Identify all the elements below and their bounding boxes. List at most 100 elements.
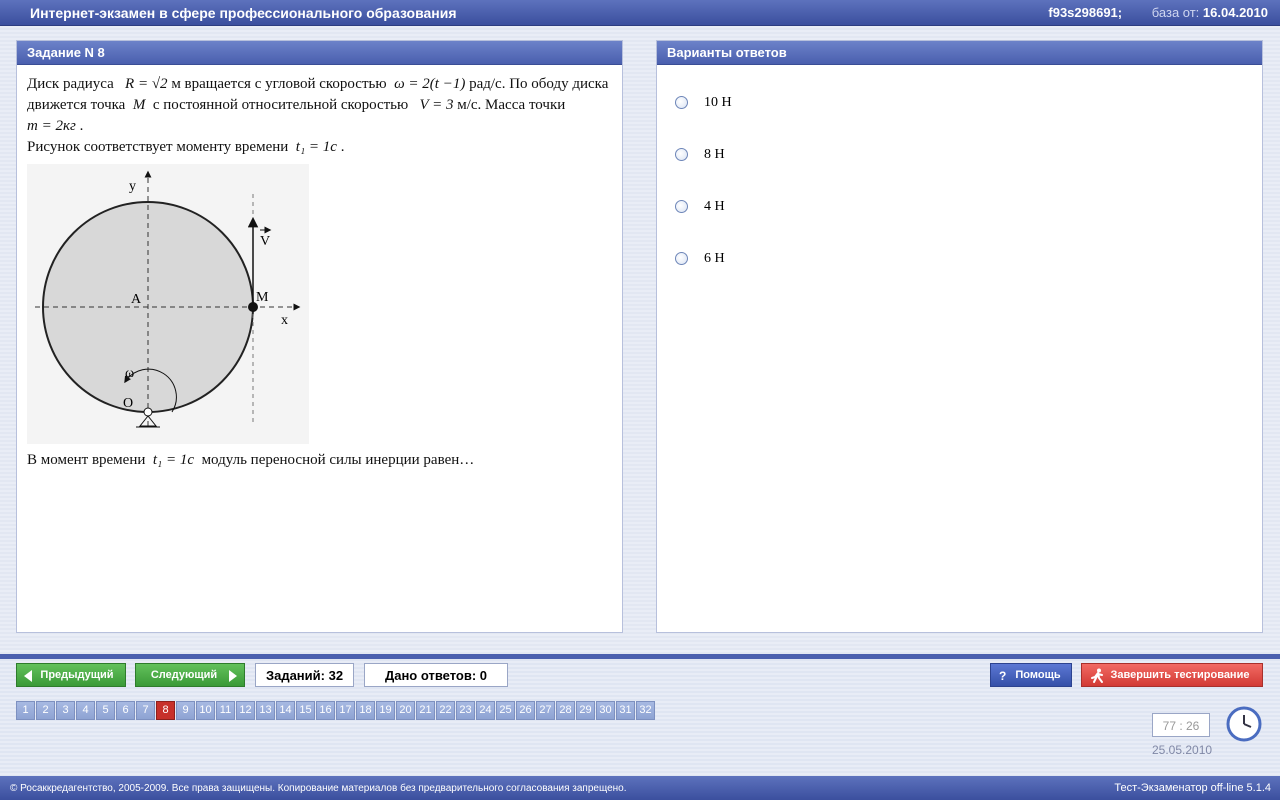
radio-button[interactable] <box>675 252 688 265</box>
task-line-3: m = 2кг . <box>27 116 612 137</box>
radio-button[interactable] <box>675 200 688 213</box>
radio-button[interactable] <box>675 96 688 109</box>
finish-label: Завершить тестирование <box>1110 669 1250 681</box>
task-number-button[interactable]: 9 <box>176 701 195 720</box>
text-fragment: В момент времени <box>27 452 146 468</box>
label-o: O <box>123 396 133 411</box>
task-number-button[interactable]: 24 <box>476 701 495 720</box>
header-meta: f93s298691; база от: 16.04.2010 <box>1048 5 1268 20</box>
task-number-button[interactable]: 20 <box>396 701 415 720</box>
answer-label: 8 Н <box>704 147 725 162</box>
task-panel: Задание N 8 Диск радиуса R = √2 м вращае… <box>16 40 623 633</box>
task-number-button[interactable]: 23 <box>456 701 475 720</box>
task-number-button[interactable]: 31 <box>616 701 635 720</box>
task-number-button[interactable]: 4 <box>76 701 95 720</box>
arrow-left-icon <box>24 670 32 682</box>
task-number-button[interactable]: 29 <box>576 701 595 720</box>
answers-given: Дано ответов: 0 <box>364 663 508 687</box>
answer-label: 10 Н <box>704 95 732 110</box>
task-number-button[interactable]: 25 <box>496 701 515 720</box>
disk-diagram: y x A M V ω O <box>35 170 301 428</box>
copyright: © Росаккредагентство, 2005-2009. Все пра… <box>10 783 627 794</box>
text-fragment: . <box>79 118 84 134</box>
task-number-button[interactable]: 15 <box>296 701 315 720</box>
text-fragment: Рисунок соответствует моменту времени <box>27 139 289 155</box>
task-number-button[interactable]: 13 <box>256 701 275 720</box>
task-title: Задание N 8 <box>17 41 622 65</box>
formula-omega: ω = 2(t −1) <box>394 76 466 92</box>
base-date: 16.04.2010 <box>1202 5 1268 20</box>
task-number-button[interactable]: 12 <box>236 701 255 720</box>
task-number-button[interactable]: 14 <box>276 701 295 720</box>
answers-panel: Варианты ответов 10 Н 8 Н 4 Н 6 Н <box>656 40 1263 633</box>
formula-time: t₁ = 1с <box>295 139 337 155</box>
prev-label: Предыдущий <box>40 669 114 681</box>
text-fragment: модуль переносной силы инерции равен… <box>201 452 475 468</box>
app-title: Интернет-экзамен в сфере профессионально… <box>30 5 457 21</box>
clock-icon <box>1226 706 1262 742</box>
formula-time: t₁ = 1с <box>152 452 195 468</box>
task-number-bar: 1 2 3 4 5 6 7 8 9 10 11 12 13 14 15 16 17 18 19 20 21 22 23 24 2… <box>16 701 656 720</box>
task-number-button[interactable]: 10 <box>196 701 215 720</box>
task-number-button[interactable]: 17 <box>336 701 355 720</box>
task-question: В момент времени t₁ = 1с модуль переносн… <box>27 450 612 471</box>
label-m: M <box>256 290 269 305</box>
task-line-4: Рисунок соответствует моменту времени t₁… <box>27 137 612 158</box>
task-line-2: движется точка M с постоянной относитель… <box>27 95 612 116</box>
version: Тест-Экзаменатор off-line 5.1.4 <box>1114 782 1271 794</box>
answers-title: Варианты ответов <box>657 41 1262 65</box>
task-number-button[interactable]: 30 <box>596 701 615 720</box>
task-number-button[interactable]: 2 <box>36 701 55 720</box>
next-button[interactable]: Следующий <box>135 663 245 687</box>
task-figure: y x A M V ω O <box>27 164 309 444</box>
prev-button[interactable]: Предыдущий <box>16 663 126 687</box>
text-fragment: . <box>340 139 345 155</box>
help-button[interactable]: ? Помощь <box>990 663 1072 687</box>
text-fragment: Диск радиуса <box>27 76 114 92</box>
formula-mass: m = 2кг <box>27 118 76 134</box>
top-bar: Интернет-экзамен в сфере профессионально… <box>0 0 1280 26</box>
task-number-button[interactable]: 18 <box>356 701 375 720</box>
date-display: 25.05.2010 <box>1152 743 1213 757</box>
help-icon: ? <box>999 669 1007 683</box>
task-number-button[interactable]: 8 <box>156 701 175 720</box>
formula-radius: R = √2 <box>125 76 168 92</box>
answer-label: 6 Н <box>704 251 725 266</box>
label-v: V <box>260 234 270 249</box>
timer-display: 77 : 26 <box>1152 713 1210 737</box>
task-number-button[interactable]: 21 <box>416 701 435 720</box>
label-y: y <box>129 179 136 194</box>
pivot-o <box>143 407 153 417</box>
text-fragment: рад/с. По ободу диска <box>469 76 609 92</box>
finish-button[interactable]: Завершить тестирование <box>1081 663 1263 687</box>
task-number-button[interactable]: 26 <box>516 701 535 720</box>
formula-velocity: V = 3 <box>419 97 454 113</box>
label-a: A <box>131 292 142 307</box>
task-number-button[interactable]: 22 <box>436 701 455 720</box>
base-label: база от: <box>1151 5 1200 20</box>
text-fragment: м вращается с угловой скоростью <box>171 76 387 92</box>
help-label: Помощь <box>1015 669 1061 681</box>
task-text: Диск радиуса R = √2 м вращается с углово… <box>17 65 622 471</box>
arrow-right-icon <box>229 670 237 682</box>
runner-icon <box>1091 668 1103 683</box>
task-number-button[interactable]: 32 <box>636 701 655 720</box>
task-number-button[interactable]: 6 <box>116 701 135 720</box>
task-number-button[interactable]: 28 <box>556 701 575 720</box>
footer: © Росаккредагентство, 2005-2009. Все пра… <box>0 776 1280 800</box>
answer-label: 4 Н <box>704 199 725 214</box>
task-number-button[interactable]: 19 <box>376 701 395 720</box>
radio-button[interactable] <box>675 148 688 161</box>
task-number-button[interactable]: 1 <box>16 701 35 720</box>
next-label: Следующий <box>150 669 218 681</box>
task-line-1: Диск радиуса R = √2 м вращается с углово… <box>27 74 612 95</box>
task-number-button[interactable]: 5 <box>96 701 115 720</box>
session-id: f93s298691; <box>1048 5 1123 20</box>
task-number-button[interactable]: 11 <box>216 701 235 720</box>
text-fragment: с постоянной относительной скоростью <box>152 97 409 113</box>
task-number-button[interactable]: 3 <box>56 701 75 720</box>
formula-point: M <box>132 97 146 113</box>
task-number-button[interactable]: 7 <box>136 701 155 720</box>
task-number-button[interactable]: 27 <box>536 701 555 720</box>
task-number-button[interactable]: 16 <box>316 701 335 720</box>
